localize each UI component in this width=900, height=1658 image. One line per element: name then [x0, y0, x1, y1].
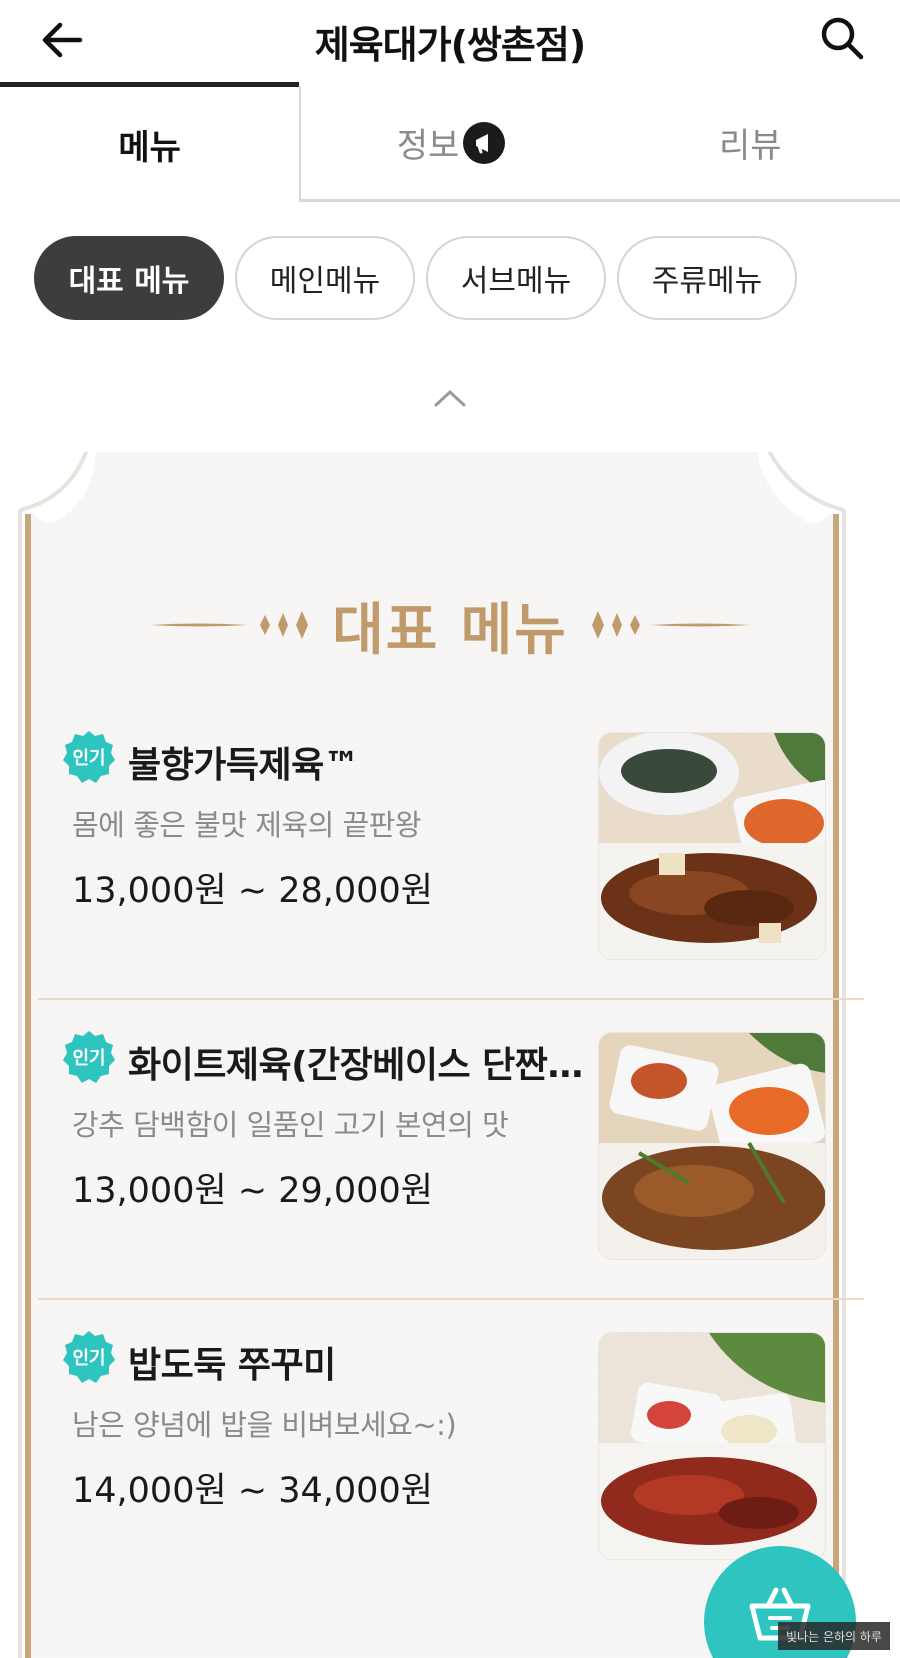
section-title: 대표 메뉴: [332, 597, 568, 663]
menu-item-description: 남은 양념에 밥을 비벼보세요~:): [72, 1408, 457, 1442]
chip-drinks-menu[interactable]: 주류메뉴: [617, 236, 797, 320]
search-icon: [821, 17, 864, 60]
menu-item-name: 밥도둑 쭈꾸미: [128, 1345, 336, 1386]
chevron-up-icon: [434, 389, 466, 407]
tab-menu[interactable]: 메뉴: [0, 82, 302, 202]
ornament-right: [591, 611, 750, 639]
menu-list: 인기 불향가득제육™ 몸에 좋은 불맛 제육의 끝판왕 13,000원 ~ 28…: [38, 700, 864, 1600]
popular-badge: 인기: [62, 730, 116, 784]
menu-item-photo: [598, 1032, 826, 1260]
tab-info-label: 정보: [396, 126, 460, 166]
menu-item-description: 강추 담백함이 일품인 고기 본연의 맛: [72, 1108, 509, 1142]
menu-item[interactable]: 인기 밥도둑 쭈꾸미 남은 양념에 밥을 비벼보세요~:) 14,000원 ~ …: [38, 1300, 864, 1600]
page-title: 제육대가(쌍촌점): [314, 23, 586, 67]
menu-item-price: 13,000원 ~ 28,000원: [72, 871, 433, 911]
menu-item[interactable]: 인기 불향가득제육™ 몸에 좋은 불맛 제육의 끝판왕 13,000원 ~ 28…: [38, 700, 864, 1000]
menu-item-name: 화이트제육(간장베이스 단짠…: [128, 1045, 583, 1086]
menu-item-photo: [598, 732, 826, 960]
menu-item-price: 14,000원 ~ 34,000원: [72, 1471, 433, 1511]
menu-item-photo: [598, 1332, 826, 1560]
badge-label: 인기: [72, 1348, 106, 1369]
chip-sub-menu[interactable]: 서브메뉴: [426, 236, 606, 320]
section-header: 대표 메뉴: [0, 590, 900, 663]
tab-review[interactable]: 리뷰: [600, 86, 900, 202]
menu-item-description: 몸에 좋은 불맛 제육의 끝판왕: [72, 808, 422, 842]
collapse-button[interactable]: [430, 388, 470, 418]
badge-label: 인기: [72, 1048, 106, 1069]
menu-item-name: 불향가득제육™: [128, 745, 360, 786]
megaphone-icon: [463, 121, 506, 164]
chip-featured-menu[interactable]: 대표 메뉴: [34, 236, 224, 320]
tab-bar: 메뉴 정보 리뷰: [0, 82, 900, 202]
tab-review-label: 리뷰: [719, 126, 782, 166]
category-chips: 대표 메뉴 메인메뉴 서브메뉴 주류메뉴: [34, 236, 797, 320]
tab-info[interactable]: 정보: [301, 86, 601, 202]
menu-item[interactable]: 인기 화이트제육(간장베이스 단짠… 강추 담백함이 일품인 고기 본연의 맛 …: [38, 1000, 864, 1300]
menu-item-price: 13,000원 ~ 29,000원: [72, 1171, 433, 1211]
app-header: 제육대가(쌍촌점): [0, 0, 900, 80]
popular-badge: 인기: [62, 1030, 116, 1084]
popular-badge: 인기: [62, 1330, 116, 1384]
chip-main-menu[interactable]: 메인메뉴: [235, 236, 415, 320]
tab-menu-label: 메뉴: [118, 127, 181, 168]
search-button[interactable]: [814, 10, 870, 66]
ornament-left: [150, 611, 309, 639]
watermark: 빛나는 은하의 하루: [778, 1622, 890, 1650]
badge-label: 인기: [72, 748, 106, 769]
